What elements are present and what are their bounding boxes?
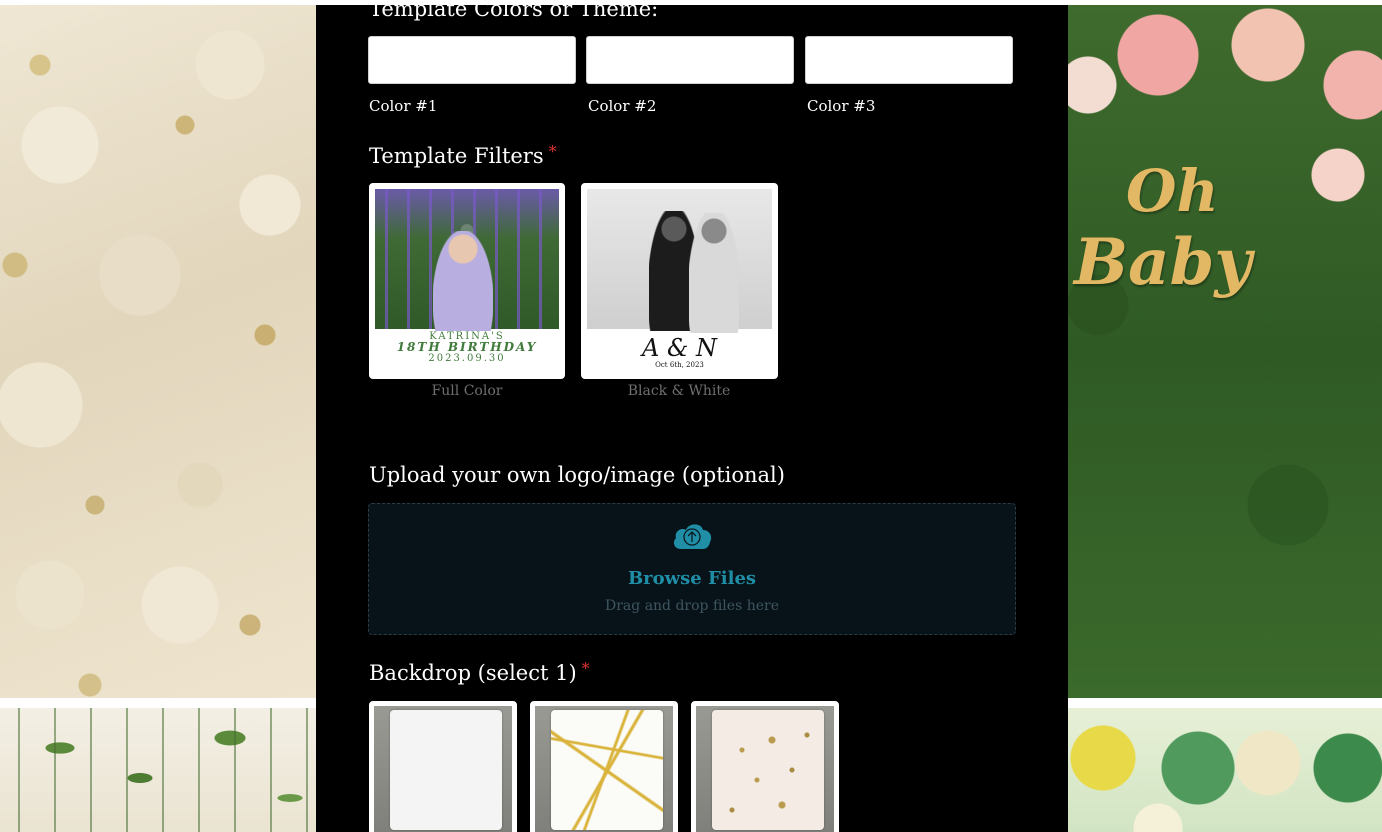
form-panel: Template Colors or Theme: Color #1 Color… — [316, 5, 1068, 832]
color-3-input[interactable] — [805, 36, 1013, 84]
green-vine-wall — [0, 708, 316, 832]
required-asterisk: * — [548, 142, 557, 161]
left-background-photo — [0, 5, 316, 832]
white-backdrop-image — [390, 710, 502, 830]
full-color-sample-photo — [375, 189, 559, 331]
backdrop-option-white[interactable] — [369, 701, 517, 832]
black-white-sample-caption: A & N Oct 6th, 2023 — [642, 334, 717, 369]
black-white-sample-photo — [587, 189, 772, 333]
colors-section-title: Template Colors or Theme: — [369, 5, 659, 21]
browse-files-button[interactable]: Browse Files — [369, 568, 1015, 589]
backdrop-option-gold-flake[interactable] — [691, 701, 839, 832]
filter-option-black-white[interactable]: A & N Oct 6th, 2023 — [581, 183, 778, 379]
color-2-label: Color #2 — [588, 97, 657, 115]
filter-label-black-white: Black & White — [627, 383, 731, 399]
filters-section-title: Template Filters * — [369, 142, 557, 168]
gold-flake-backdrop-image — [712, 710, 824, 830]
file-drop-zone[interactable]: Browse Files Drag and drop files here — [368, 503, 1016, 635]
full-color-sample-caption: KATRINA'S 18TH BIRTHDAY 2023.09.30 — [396, 331, 538, 364]
upload-section-title: Upload your own logo/image (optional) — [369, 463, 785, 487]
required-asterisk: * — [581, 659, 590, 678]
colorful-flower-wall — [1068, 708, 1382, 832]
oh-baby-sign: Oh Baby — [1074, 157, 1252, 300]
drag-drop-hint: Drag and drop files here — [605, 598, 779, 614]
filter-option-full-color[interactable]: KATRINA'S 18TH BIRTHDAY 2023.09.30 — [369, 183, 565, 379]
cloud-upload-icon — [673, 524, 712, 549]
color-3-label: Color #3 — [807, 97, 876, 115]
color-2-input[interactable] — [586, 36, 794, 84]
greenery-wall — [1068, 5, 1382, 698]
color-1-label: Color #1 — [369, 97, 438, 115]
backdrop-section-title: Backdrop (select 1) * — [369, 659, 590, 685]
color-1-input[interactable] — [368, 36, 576, 84]
gold-geometric-backdrop-image — [551, 710, 663, 830]
filter-label-full-color: Full Color — [431, 383, 503, 399]
cream-paper-flower-wall — [0, 5, 316, 698]
right-background-photo: Oh Baby — [1068, 5, 1382, 832]
backdrop-option-gold-geometric[interactable] — [530, 701, 678, 832]
